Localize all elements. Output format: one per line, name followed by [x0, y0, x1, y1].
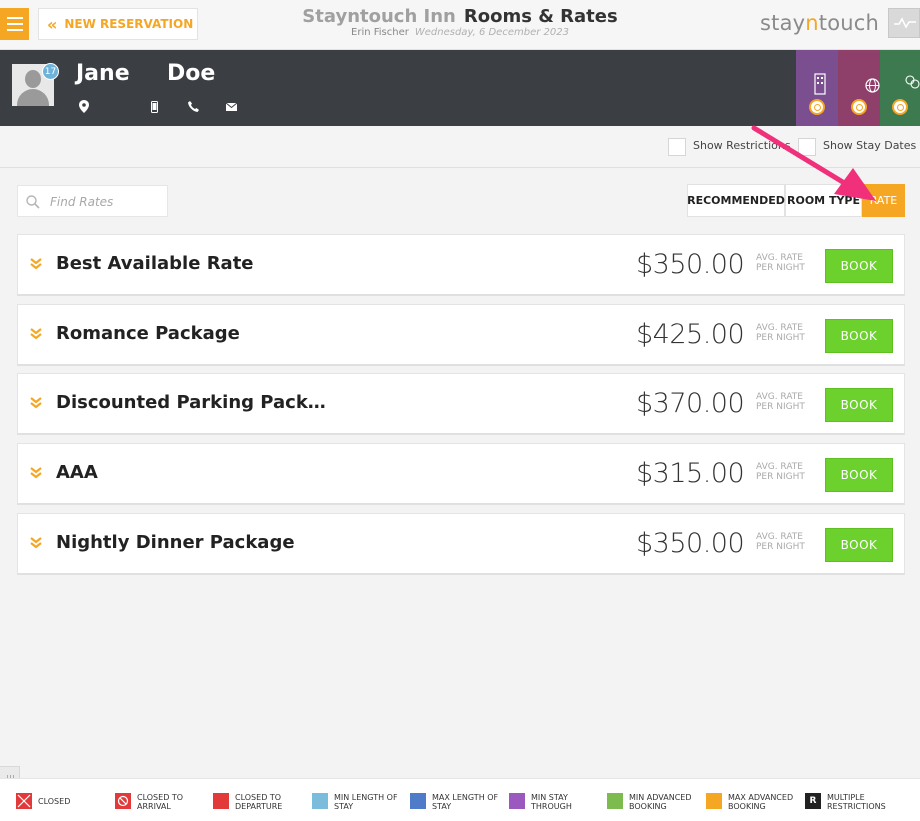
top-bar: « NEW RESERVATION Stayntouch Inn Rooms & …: [0, 0, 920, 50]
rate-name: Discounted Parking Pack…: [56, 392, 326, 413]
activity-wave-icon: [894, 17, 916, 29]
tab-rate[interactable]: RATE: [862, 184, 905, 217]
book-button[interactable]: BOOK: [825, 319, 893, 353]
book-button[interactable]: BOOK: [825, 528, 893, 562]
rate-price: $370.00: [636, 388, 745, 419]
show-stay-dates-checkbox[interactable]: [798, 138, 816, 156]
expand-chevron-icon[interactable]: [30, 537, 42, 549]
guest-bar: 17 Jane Doe: [0, 50, 920, 126]
guest-last-name[interactable]: Doe: [167, 61, 215, 86]
mobile-phone-icon[interactable]: [151, 101, 158, 113]
no-entry-icon: [115, 793, 131, 809]
rate-name: AAA: [56, 462, 98, 483]
search-icon: [851, 99, 867, 115]
rate-name: Nightly Dinner Package: [56, 532, 295, 553]
legend-closed: CLOSED: [16, 793, 70, 809]
rate-price: $350.00: [636, 528, 745, 559]
find-rates-search: [17, 185, 168, 217]
letter-r-icon: R: [805, 793, 821, 809]
expand-chevron-icon[interactable]: [30, 258, 42, 270]
rate-name: Romance Package: [56, 323, 240, 344]
rate-price: $315.00: [636, 458, 745, 489]
book-button[interactable]: BOOK: [825, 388, 893, 422]
rate-price: $350.00: [636, 249, 745, 280]
building-icon: [814, 73, 826, 95]
rate-row[interactable]: Nightly Dinner Package $350.00 AVG. RATE…: [17, 513, 905, 575]
rate-price: $425.00: [636, 319, 745, 350]
legend-min-advanced-booking: MIN ADVANCED BOOKING: [607, 793, 692, 811]
book-button[interactable]: BOOK: [825, 458, 893, 492]
guest-first-name[interactable]: Jane: [76, 61, 130, 86]
show-restrictions-label: Show Restrictions: [693, 139, 791, 152]
avg-rate-label: AVG. RATE PER NIGHT: [756, 462, 805, 482]
legend-multiple-restrictions: R MULTIPLE RESTRICTIONS: [805, 793, 886, 811]
view-tabs: RECOMMENDED ROOM TYPE RATE: [687, 184, 905, 217]
new-reservation-button[interactable]: « NEW RESERVATION: [38, 8, 198, 40]
double-chevron-left-icon: «: [47, 14, 57, 34]
rate-row[interactable]: Discounted Parking Pack… $370.00 AVG. RA…: [17, 373, 905, 435]
show-stay-dates-label: Show Stay Dates: [823, 139, 917, 152]
book-button[interactable]: BOOK: [825, 249, 893, 283]
legend-max-advanced-booking: MAX ADVANCED BOOKING: [706, 793, 793, 811]
guest-badge: 17: [42, 63, 59, 80]
tab-recommended[interactable]: RECOMMENDED: [687, 184, 785, 217]
menu-button[interactable]: [0, 8, 29, 40]
show-restrictions-checkbox[interactable]: [668, 138, 686, 156]
hamburger-icon: [6, 17, 23, 19]
expand-chevron-icon[interactable]: [30, 328, 42, 340]
company-info-tile[interactable]: [880, 50, 920, 126]
legend-min-stay-through: MIN STAY THROUGH: [509, 793, 572, 811]
avg-rate-label: AVG. RATE PER NIGHT: [756, 392, 805, 412]
legend-closed-to-departure: CLOSED TO DEPARTURE: [213, 793, 282, 811]
closed-x-icon: [16, 793, 32, 809]
legend-min-length-of-stay: MIN LENGTH OF STAY: [312, 793, 398, 811]
avg-rate-label: AVG. RATE PER NIGHT: [756, 532, 805, 552]
rate-row[interactable]: AAA $315.00 AVG. RATE PER NIGHT BOOK: [17, 443, 905, 505]
new-reservation-label: NEW RESERVATION: [64, 17, 194, 31]
legend-closed-to-arrival: CLOSED TO ARRIVAL: [115, 793, 183, 811]
globe-icon: [865, 78, 880, 93]
options-row: Show Restrictions Show Stay Dates: [0, 126, 920, 168]
location-pin-icon[interactable]: [79, 100, 89, 113]
room-info-tile[interactable]: [796, 50, 838, 126]
page-header: Stayntouch Inn Rooms & Rates Erin Fischer…: [300, 6, 620, 38]
rate-row[interactable]: Best Available Rate $350.00 AVG. RATE PER…: [17, 234, 905, 296]
page-title: Rooms & Rates: [463, 6, 618, 27]
hotel-name: Stayntouch Inn: [302, 6, 456, 27]
search-icon: [26, 195, 40, 209]
rate-name: Best Available Rate: [56, 253, 254, 274]
expand-chevron-icon[interactable]: [30, 467, 42, 479]
group-icon: [905, 75, 920, 89]
search-icon: [809, 99, 825, 115]
web-info-tile[interactable]: [838, 50, 880, 126]
avg-rate-label: AVG. RATE PER NIGHT: [756, 323, 805, 343]
restrictions-legend: CLOSED CLOSED TO ARRIVAL CLOSED TO DEPARTU…: [0, 778, 920, 821]
tab-room-type[interactable]: ROOM TYPE: [785, 184, 862, 217]
brand-logo: stayntouch: [760, 11, 880, 35]
activity-log-button[interactable]: [888, 8, 920, 38]
legend-max-length-of-stay: MAX LENGTH OF STAY: [410, 793, 498, 811]
avg-rate-label: AVG. RATE PER NIGHT: [756, 253, 805, 273]
user-name: Erin Fischer: [351, 27, 409, 38]
phone-icon[interactable]: [188, 101, 199, 112]
rate-row[interactable]: Romance Package $425.00 AVG. RATE PER NIG…: [17, 304, 905, 366]
search-input[interactable]: [50, 192, 162, 212]
expand-chevron-icon[interactable]: [30, 397, 42, 409]
search-icon: [892, 99, 908, 115]
email-icon[interactable]: [226, 103, 237, 111]
business-date: Wednesday, 6 December 2023: [414, 27, 569, 38]
